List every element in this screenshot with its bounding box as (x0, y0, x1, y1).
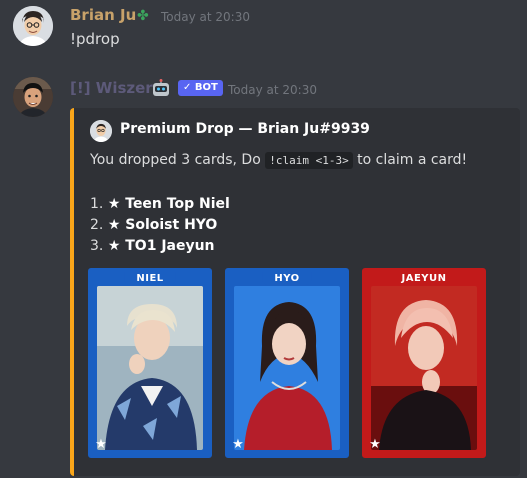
list-item: 2. ★ Soloist HYO (90, 217, 218, 233)
drop-card-hyo[interactable]: HYO ★ (225, 268, 349, 458)
star-icon: ★ (232, 437, 244, 452)
claim-command-code: !claim <1-3> (265, 152, 353, 169)
card-name: HYO (262, 272, 312, 285)
drop-card-niel[interactable]: NIEL ★ (88, 268, 212, 458)
drop-list: 1. ★ Teen Top Niel 2. ★ Soloist HYO 3. ★… (90, 194, 230, 257)
star-icon: ★ (107, 238, 121, 254)
embed-author-avatar (90, 120, 112, 142)
bot-badge: ✓ BOT (178, 80, 223, 96)
card-name: NIEL (124, 272, 176, 285)
star-icon: ★ (107, 196, 121, 212)
drop-card-jaeyun[interactable]: JAEYUN ★ (362, 268, 486, 458)
list-item: 1. ★ Teen Top Niel (90, 196, 230, 212)
message-timestamp[interactable]: Today at 20:30 (161, 10, 250, 24)
avatar[interactable] (13, 77, 53, 117)
embed-description: You dropped 3 cards, Do !claim <1-3> to … (90, 152, 468, 169)
clover-icon: ✤ (137, 8, 149, 24)
card-photo (371, 286, 477, 450)
avatar[interactable] (13, 6, 53, 46)
robot-icon (151, 79, 171, 101)
card-name: JAEYUN (389, 272, 459, 285)
drop-embed: Premium Drop — Brian Ju#9939 You dropped… (70, 108, 520, 476)
message-content: !pdrop (70, 30, 120, 48)
star-icon: ★ (95, 437, 107, 452)
embed-desc-text: to claim a card! (352, 152, 468, 168)
star-icon: ★ (107, 217, 121, 233)
card-photo (234, 286, 340, 450)
message-author[interactable]: [!] Wiszer (70, 79, 153, 97)
star-icon: ★ (369, 437, 381, 452)
card-photo (97, 286, 203, 450)
embed-desc-text: You dropped 3 cards, Do (90, 152, 266, 168)
message-timestamp[interactable]: Today at 20:30 (228, 83, 317, 97)
message-author[interactable]: Brian Ju (70, 6, 136, 24)
embed-author[interactable]: Premium Drop — Brian Ju#9939 (120, 121, 370, 137)
list-item: 3. ★ TO1 Jaeyun (90, 238, 215, 254)
